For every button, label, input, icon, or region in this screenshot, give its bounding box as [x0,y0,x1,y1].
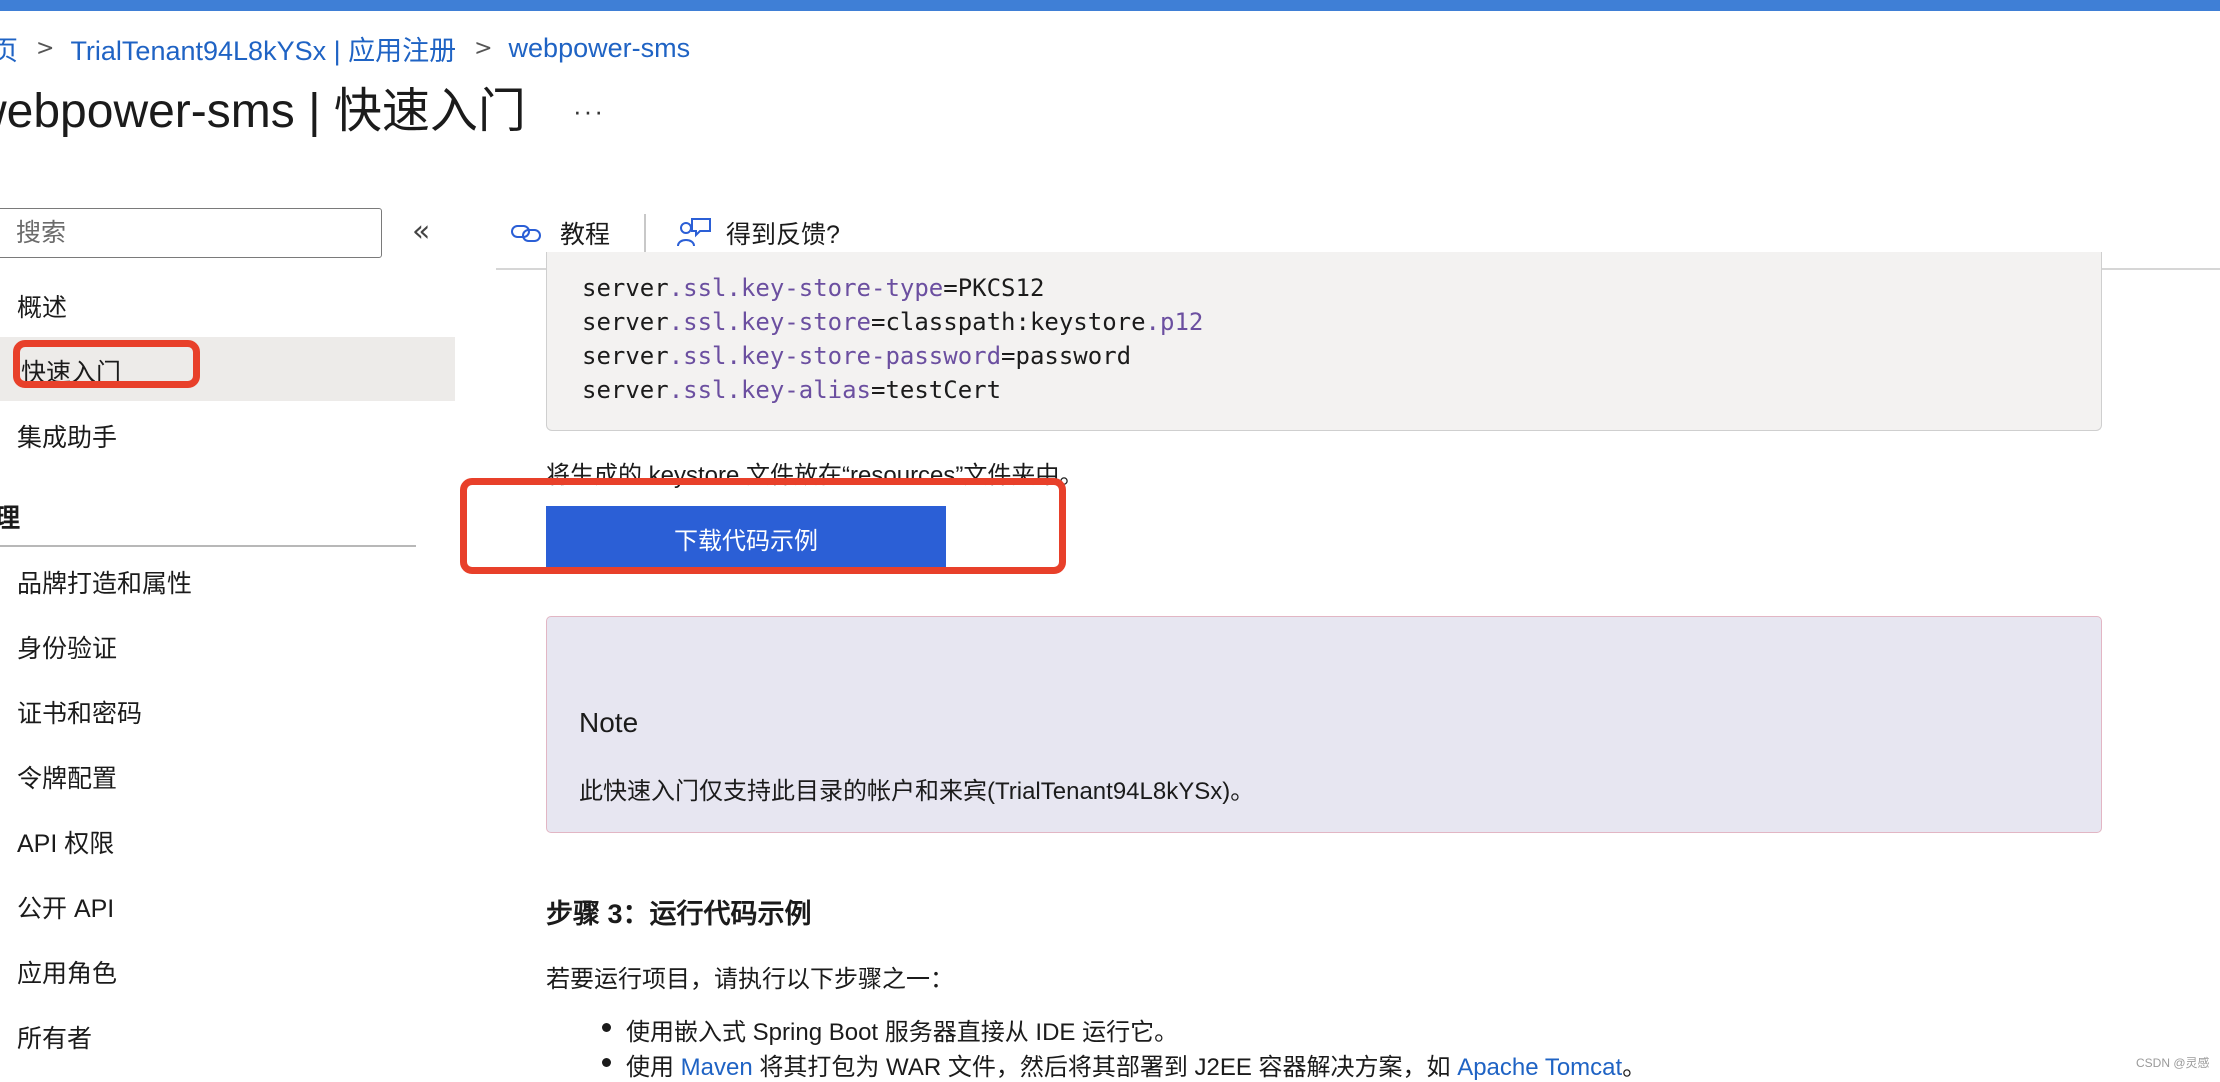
top-accent-bar [0,0,2220,11]
sidebar-item-branding[interactable]: 品牌打造和属性 [17,564,192,600]
keystore-instruction: 将生成的 keystore 文件放在“resources”文件夹中。 [546,462,1084,489]
code-line: server.ssl.key-alias=testCert [582,376,1002,404]
sidebar-item-certificates[interactable]: 证书和密码 [17,694,142,730]
feedback-person-icon [677,218,711,247]
tutorial-button[interactable]: 教程 [510,212,610,254]
code-line: server.ssl.key-store-password=password [582,342,1132,370]
sidebar-search[interactable] [0,208,382,258]
note-title: Note [579,707,639,738]
divider [0,545,416,547]
sidebar-item-expose-api[interactable]: 公开 API [17,889,114,925]
code-block: server.ssl.key-store-type=PKCS12 server.… [546,252,2102,431]
download-code-sample-button[interactable]: 下载代码示例 [546,506,946,570]
search-input[interactable] [14,217,358,249]
sidebar-section-manage: 理 [0,503,21,533]
breadcrumb-app-registrations[interactable]: TrialTenant94L8kYSx | 应用注册 [70,29,456,68]
step3-intro: 若要运行项目，请执行以下步骤之一： [546,966,954,993]
breadcrumb-current-app[interactable]: webpower-sms [509,33,691,64]
breadcrumb-home[interactable]: 页 [0,29,18,68]
sidebar-item-quickstart[interactable]: 快速入门 [21,353,121,389]
breadcrumb: 页 > TrialTenant94L8kYSx | 应用注册 > webpowe… [0,28,690,68]
sidebar-item-authentication[interactable]: 身份验证 [17,629,117,665]
maven-link[interactable]: Maven [681,1054,753,1081]
more-options-button[interactable]: ··· [573,96,605,127]
sidebar-item-overview[interactable]: 概述 [17,288,67,324]
code-line: server.ssl.key-store-type=PKCS12 [582,274,1045,302]
bullet-dot-icon [602,1023,611,1032]
divider [644,214,646,252]
tutorial-label: 教程 [560,221,611,249]
apache-tomcat-link[interactable]: Apache Tomcat [1457,1054,1622,1081]
collapse-sidebar-icon[interactable]: « [412,214,430,249]
code-line: server.ssl.key-store=classpath:keystore.… [582,308,1204,336]
breadcrumb-separator-icon: > [36,35,55,61]
page-title: webpower-sms | 快速入门 [0,85,526,138]
search-icon [0,221,5,237]
sidebar-item-owners[interactable]: 所有者 [17,1019,92,1055]
link-icon [511,225,541,242]
sidebar-item-app-roles[interactable]: 应用角色 [17,954,117,990]
sidebar-item-api-permissions[interactable]: API 权限 [17,824,114,860]
feedback-button[interactable]: 得到反馈? [676,212,840,254]
sidebar-item-token-config[interactable]: 令牌配置 [17,759,117,795]
note-text: 此快速入门仅支持此目录的帐户和来宾(TrialTenant94L8kYSx)。 [579,778,1255,805]
breadcrumb-separator-icon: > [474,35,493,61]
sidebar-item-integration-assistant[interactable]: 集成助手 [17,418,117,454]
feedback-label: 得到反馈? [726,221,840,249]
watermark: CSDN @灵感 [2136,1056,2210,1070]
list-item: 使用嵌入式 Spring Boot 服务器直接从 IDE 运行它。 [626,1019,1179,1046]
step3-heading: 步骤 3：运行代码示例 [546,899,812,929]
list-item: 使用 Maven 将其打包为 WAR 文件，然后将其部署到 J2EE 容器解决方… [626,1054,1647,1081]
bullet-dot-icon [602,1058,611,1067]
note-callout: Note 此快速入门仅支持此目录的帐户和来宾(TrialTenant94L8kY… [546,616,2102,833]
